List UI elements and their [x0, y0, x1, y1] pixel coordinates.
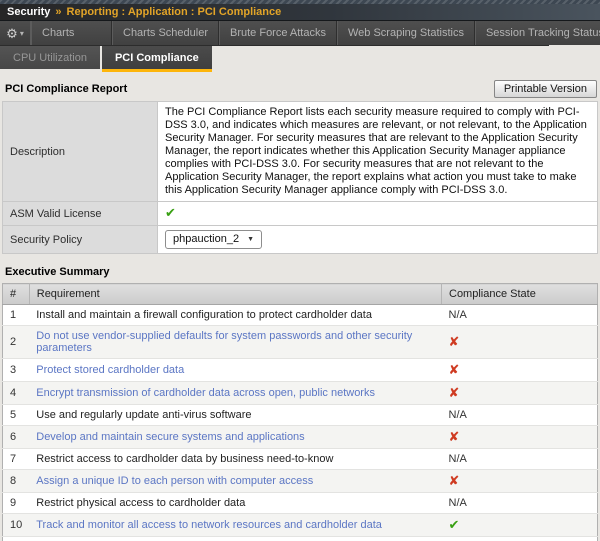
table-row: 9Restrict physical access to cardholder … [3, 493, 598, 514]
printable-version-button[interactable]: Printable Version [494, 80, 597, 98]
sub-tab-bar: CPU UtilizationPCI Compliance [0, 46, 600, 72]
table-row: 6 Develop and maintain secure systems and… [3, 426, 598, 449]
non-compliant-x-icon: ✘ [449, 362, 460, 377]
table-row: 10 Track and monitor all access to networ… [3, 514, 598, 537]
security-policy-label: Security Policy [3, 226, 158, 254]
gear-icon: ⚙ [6, 27, 18, 40]
non-compliant-x-icon: ✘ [449, 429, 460, 444]
menu-tab-charts[interactable]: Charts [31, 21, 112, 45]
compliance-state-cell: ✘ [442, 470, 598, 493]
requirement-link[interactable]: Protect stored cardholder data [36, 364, 184, 376]
menu-tab-charts-scheduler[interactable]: Charts Scheduler [112, 21, 219, 45]
requirement-link[interactable]: Develop and maintain secure systems and … [36, 431, 304, 443]
non-compliant-x-icon: ✘ [449, 385, 460, 400]
table-row: 7Restrict access to cardholder data by b… [3, 449, 598, 470]
requirement-cell: Assign a unique ID to each person with c… [29, 470, 441, 493]
table-row: 5Use and regularly update anti-virus sof… [3, 405, 598, 426]
row-number: 9 [3, 493, 30, 514]
requirement-cell: Develop and maintain secure systems and … [29, 426, 441, 449]
requirement-cell: Track and monitor all access to network … [29, 514, 441, 537]
summary-table-body: 1Install and maintain a firewall configu… [3, 305, 598, 541]
menu-tab-session-tracking-status[interactable]: Session Tracking Status [475, 21, 600, 45]
table-row: 11Regularly test security systems and pr… [3, 537, 598, 541]
row-number: 2 [3, 326, 30, 359]
column-header-compliance-state: Compliance State [442, 284, 598, 305]
requirement-text: Restrict access to cardholder data by bu… [29, 449, 441, 470]
page-title: PCI Compliance Report [3, 83, 127, 95]
table-row: 8 Assign a unique ID to each person with … [3, 470, 598, 493]
table-row: 4 Encrypt transmission of cardholder data… [3, 382, 598, 405]
row-number: 7 [3, 449, 30, 470]
breadcrumb-trail: Reporting : Application : PCI Compliance [67, 6, 282, 18]
non-compliant-x-icon: ✘ [449, 334, 460, 349]
requirement-link[interactable]: Assign a unique ID to each person with c… [36, 475, 313, 487]
report-header-bar: PCI Compliance Report Printable Version [2, 76, 598, 101]
column-header-requirement: Requirement [29, 284, 441, 305]
compliance-state-cell: ✘ [442, 326, 598, 359]
breadcrumb-separator: » [55, 6, 61, 18]
requirement-link[interactable]: Track and monitor all access to network … [36, 519, 382, 531]
column-header-number: # [3, 284, 30, 305]
compliance-state-na: N/A [442, 537, 598, 541]
compliance-state-na: N/A [442, 449, 598, 470]
license-valid-check-icon: ✔ [165, 205, 176, 220]
page-content: PCI Compliance Report Printable Version … [0, 76, 600, 541]
description-row: Description The PCI Compliance Report li… [3, 102, 598, 202]
non-compliant-x-icon: ✘ [449, 473, 460, 488]
row-number: 1 [3, 305, 30, 326]
requirement-text: Install and maintain a firewall configur… [29, 305, 441, 326]
row-number: 5 [3, 405, 30, 426]
compliance-state-na: N/A [442, 493, 598, 514]
settings-gear-button[interactable]: ⚙ ▾ [0, 21, 31, 45]
breadcrumb: Security » Reporting : Application : PCI… [0, 4, 600, 21]
row-number: 10 [3, 514, 30, 537]
compliance-state-cell: ✘ [442, 359, 598, 382]
tab-pci-compliance[interactable]: PCI Compliance [102, 46, 212, 72]
compliance-state-na: N/A [442, 305, 598, 326]
asm-license-row: ASM Valid License ✔ [3, 202, 598, 226]
row-number: 11 [3, 537, 30, 541]
menu-tab-web-scraping-statistics[interactable]: Web Scraping Statistics [337, 21, 475, 45]
executive-summary-table: # Requirement Compliance State 1Install … [2, 283, 598, 541]
tab-cpu-utilization[interactable]: CPU Utilization [0, 46, 100, 69]
row-number: 6 [3, 426, 30, 449]
requirement-text: Restrict physical access to cardholder d… [29, 493, 441, 514]
table-row: 2Do not use vendor-supplied defaults for… [3, 326, 598, 359]
row-number: 4 [3, 382, 30, 405]
requirement-cell: Do not use vendor-supplied defaults for … [29, 326, 441, 359]
table-row: 1Install and maintain a firewall configu… [3, 305, 598, 326]
asm-license-label: ASM Valid License [3, 202, 158, 226]
security-policy-row: Security Policy phpauction_2 ▼ [3, 226, 598, 254]
compliance-state-cell: ✘ [442, 426, 598, 449]
table-row: 3 Protect stored cardholder data ✘ [3, 359, 598, 382]
compliant-check-icon: ✔ [449, 517, 460, 532]
menu-tab-brute-force-attacks[interactable]: Brute Force Attacks [219, 21, 337, 45]
executive-summary-title: Executive Summary [5, 266, 598, 278]
security-policy-select[interactable]: phpauction_2 ▼ [165, 230, 262, 249]
row-number: 8 [3, 470, 30, 493]
row-number: 3 [3, 359, 30, 382]
requirement-text: Regularly test security systems and proc… [29, 537, 441, 541]
summary-header-row: # Requirement Compliance State [3, 284, 598, 305]
requirement-cell: Protect stored cardholder data [29, 359, 441, 382]
description-label: Description [3, 102, 158, 202]
chevron-down-icon: ▾ [20, 29, 24, 38]
compliance-state-cell: ✔ [442, 514, 598, 537]
requirement-link[interactable]: Do not use vendor-supplied defaults for … [36, 330, 412, 354]
compliance-state-cell: ✘ [442, 382, 598, 405]
requirement-link[interactable]: Encrypt transmission of cardholder data … [36, 387, 375, 399]
security-policy-selected-value: phpauction_2 [173, 233, 239, 246]
breadcrumb-section[interactable]: Security [7, 6, 50, 18]
report-info-table: Description The PCI Compliance Report li… [2, 101, 598, 254]
requirement-text: Use and regularly update anti-virus soft… [29, 405, 441, 426]
description-text: The PCI Compliance Report lists each sec… [158, 102, 598, 202]
select-arrow-icon: ▼ [247, 233, 254, 246]
requirement-cell: Encrypt transmission of cardholder data … [29, 382, 441, 405]
menu-tab-bar: ⚙ ▾ ChartsCharts SchedulerBrute Force At… [0, 21, 549, 46]
compliance-state-na: N/A [442, 405, 598, 426]
